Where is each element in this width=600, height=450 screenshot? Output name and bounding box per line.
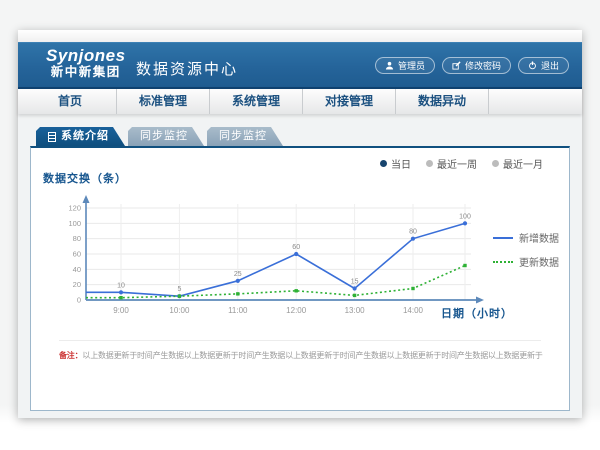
point-label: 25 — [234, 271, 242, 278]
app-window: Synjones 新中新集团 数据资源中心 管理员修改密码退出 首页标准管理系统… — [18, 30, 582, 418]
tab-bar: 系统介绍 同步监控 同步监控 — [36, 127, 286, 146]
time-range-filters: 当日 最近一周 最近一月 — [380, 156, 543, 171]
data-point — [295, 289, 298, 292]
point-label: 5 — [177, 286, 181, 293]
footnote-prefix: 备注： — [59, 351, 82, 360]
legend-swatch — [493, 237, 513, 239]
filter-label: 最近一月 — [503, 156, 543, 171]
data-point — [353, 286, 357, 290]
logout-icon — [528, 61, 537, 70]
data-point — [411, 237, 415, 241]
tab-label: 系统介绍 — [61, 127, 109, 146]
page-title: 数据资源中心 — [136, 58, 238, 79]
legend-label: 更新数据 — [519, 254, 559, 269]
filter-label: 当日 — [391, 156, 411, 171]
x-axis-title: 日期（小时） — [441, 305, 513, 321]
y-tick-label: 40 — [73, 265, 81, 274]
y-tick-label: 60 — [73, 250, 81, 259]
radio-icon — [380, 160, 387, 167]
data-point — [463, 221, 467, 225]
radio-icon — [492, 160, 499, 167]
data-point — [236, 292, 239, 295]
legend-item-1: 新增数据 — [493, 230, 559, 245]
point-label: 15 — [351, 279, 359, 286]
system-intro-panel: 当日 最近一周 最近一月 数据交换（条） 0 20 40 60 80 100 120 9:00 10… — [30, 146, 570, 411]
x-tick-label: 13:00 — [345, 306, 366, 315]
point-label: 80 — [409, 229, 417, 236]
tab-1[interactable]: 系统介绍 — [36, 127, 125, 146]
tab-3[interactable]: 同步监控 — [207, 127, 283, 146]
button-label: 退出 — [541, 59, 559, 72]
point-label: 100 — [459, 213, 471, 220]
data-point — [353, 294, 356, 297]
app-header: Synjones 新中新集团 数据资源中心 管理员 修改密码 退出 — [18, 42, 582, 87]
filter-1[interactable]: 当日 — [380, 156, 411, 171]
footnote: 备注：以上数据更新于时间产生数据以上数据更新于时间产生数据以上数据更新于时间产生… — [59, 350, 559, 361]
x-tick-label: 11:00 — [228, 306, 248, 315]
y-axis-title: 数据交换（条） — [43, 170, 127, 186]
legend-label: 新增数据 — [519, 230, 559, 245]
footnote-text: 以上数据更新于时间产生数据以上数据更新于时间产生数据以上数据更新于时间产生数据以… — [82, 351, 542, 360]
y-tick-label: 80 — [73, 234, 81, 243]
nav-item-5[interactable]: 数据异动 — [396, 89, 489, 114]
change-password-button[interactable]: 修改密码 — [442, 57, 511, 74]
tab-label: 同步监控 — [219, 127, 267, 146]
data-exchange-line-chart: 0 20 40 60 80 100 120 9:00 10:00 11:00 12:00 13:00 1… — [39, 186, 489, 334]
data-point — [463, 264, 466, 267]
company-logo[interactable]: Synjones 新中新集团 — [46, 47, 126, 80]
legend-item-2: 更新数据 — [493, 254, 559, 269]
series-line-2 — [86, 266, 465, 298]
nav-item-2[interactable]: 标准管理 — [117, 89, 210, 114]
footnote-divider — [59, 340, 541, 341]
data-point — [294, 252, 298, 256]
user-icon — [385, 61, 394, 70]
filter-2[interactable]: 最近一周 — [426, 156, 477, 171]
content-area: 系统介绍 同步监控 同步监控 当日 最近一周 最近一月 数据交换（条） 0 20 40 60 8… — [18, 114, 582, 418]
x-tick-label: 9:00 — [113, 306, 129, 315]
document-icon — [48, 132, 56, 142]
x-tick-label: 10:00 — [169, 306, 190, 315]
legend-swatch — [493, 261, 513, 263]
x-axis-arrow — [476, 297, 484, 304]
y-axis-arrow — [83, 195, 90, 203]
nav-item-1[interactable]: 首页 — [24, 89, 117, 114]
y-tick-label: 20 — [73, 280, 81, 289]
edit-icon — [452, 61, 461, 70]
logo-text-en: Synjones — [46, 47, 126, 65]
main-nav: 首页标准管理系统管理对接管理数据异动 — [18, 87, 582, 114]
radio-icon — [426, 160, 433, 167]
data-point — [236, 279, 240, 283]
data-point — [178, 294, 181, 297]
user-actions: 管理员 修改密码 退出 — [375, 57, 569, 74]
button-label: 修改密码 — [465, 59, 501, 72]
data-point — [119, 290, 123, 294]
data-point — [411, 287, 414, 290]
y-tick-label: 120 — [68, 204, 81, 213]
point-label: 60 — [292, 244, 300, 251]
filter-label: 最近一周 — [437, 156, 477, 171]
data-point — [119, 296, 122, 299]
x-tick-label: 14:00 — [403, 306, 424, 315]
filter-3[interactable]: 最近一月 — [492, 156, 543, 171]
tab-label: 同步监控 — [140, 127, 188, 146]
tab-2[interactable]: 同步监控 — [128, 127, 204, 146]
nav-item-4[interactable]: 对接管理 — [303, 89, 396, 114]
logo-text-cn: 新中新集团 — [46, 65, 126, 80]
button-label: 管理员 — [398, 59, 425, 72]
admin-user-button[interactable]: 管理员 — [375, 57, 435, 74]
point-label: 10 — [117, 282, 125, 289]
nav-item-3[interactable]: 系统管理 — [210, 89, 303, 114]
window-top-strip — [18, 30, 582, 42]
y-tick-label: 0 — [77, 296, 81, 305]
series-legend: 新增数据更新数据 — [493, 230, 559, 269]
x-tick-label: 12:00 — [286, 306, 307, 315]
y-tick-label: 100 — [68, 219, 81, 228]
logout-button[interactable]: 退出 — [518, 57, 569, 74]
